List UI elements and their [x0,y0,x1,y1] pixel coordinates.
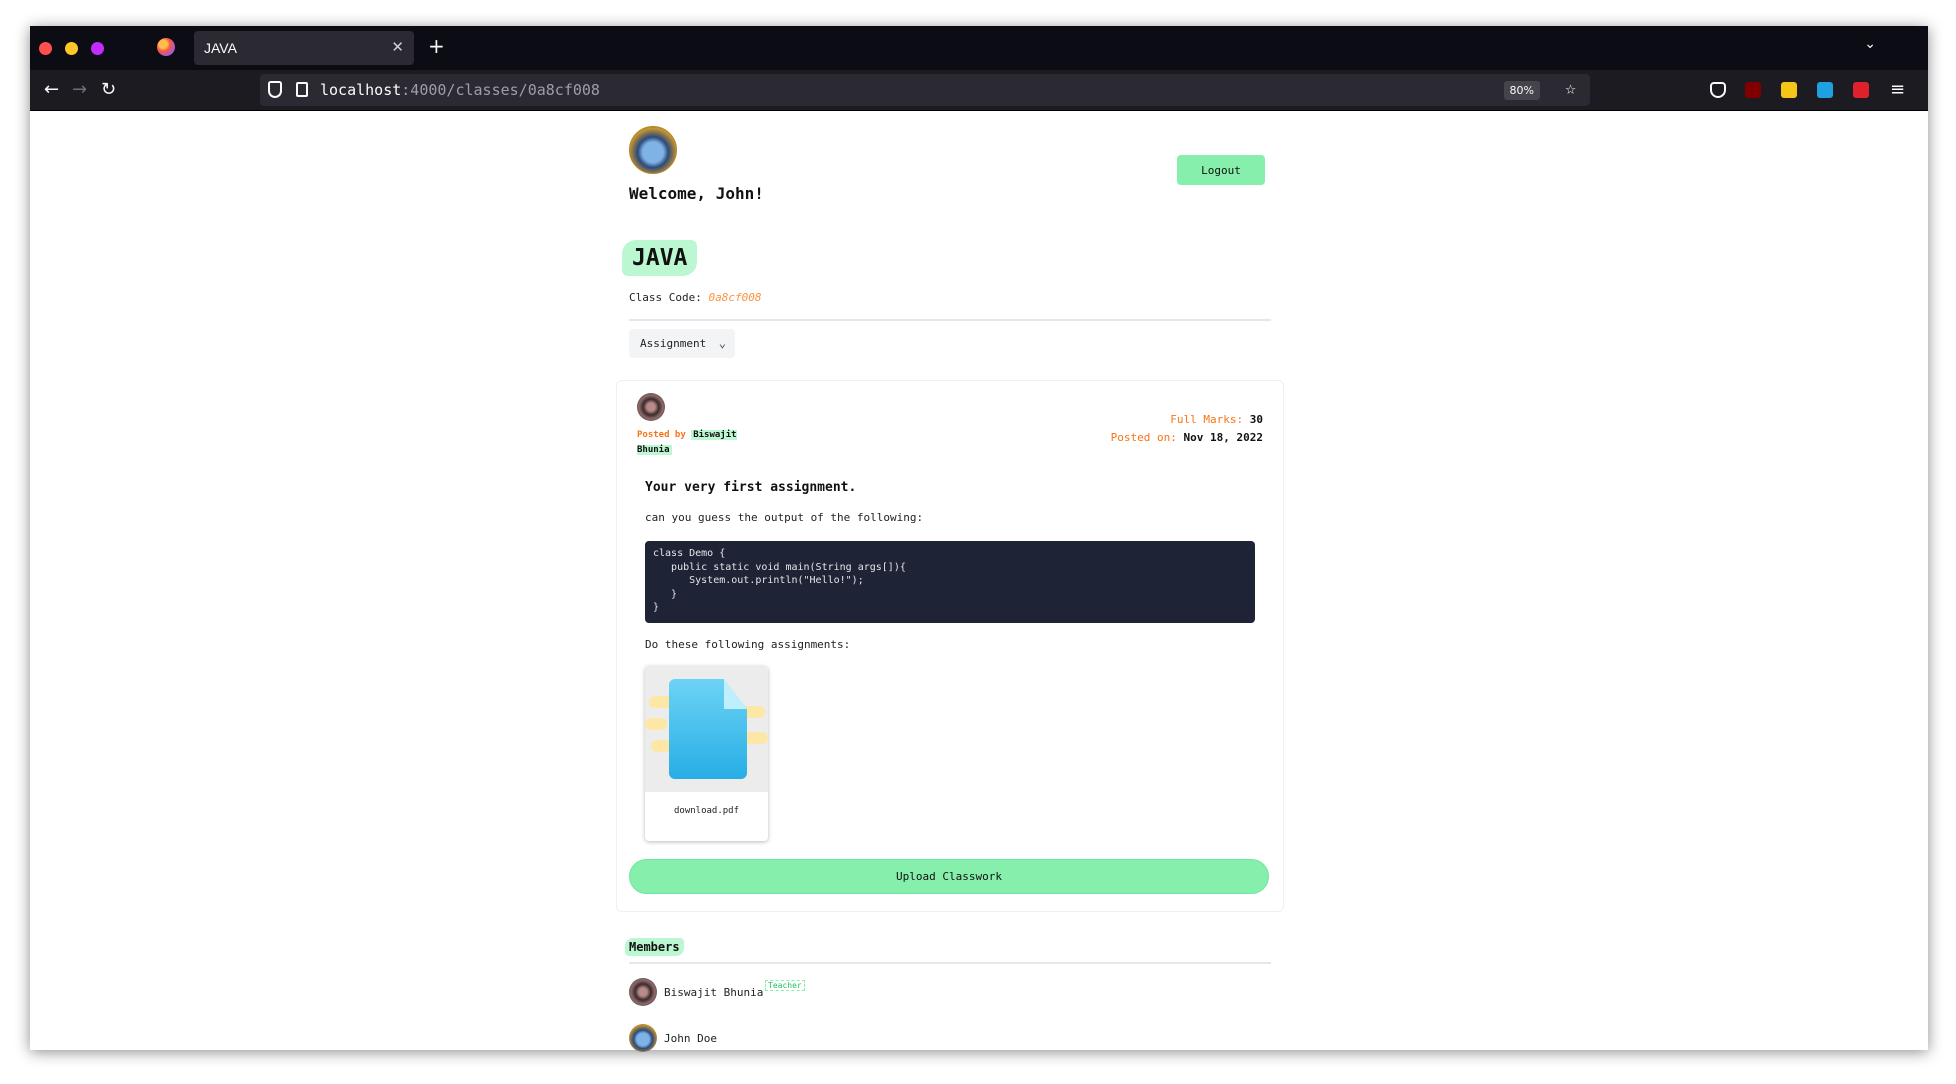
poster-avatar [637,393,665,421]
back-icon[interactable]: ← [44,79,59,100]
member-avatar [629,978,657,1006]
tab-title: JAVA [204,40,237,56]
shield-icon[interactable] [268,81,282,98]
teacher-badge: Teacher [765,980,805,991]
firefox-icon [157,38,175,56]
attachment-filename: download.pdf [673,806,740,816]
assignment-title: Your very first assignment. [645,480,857,495]
minimize-window-button[interactable] [65,42,78,55]
zoom-level[interactable]: 80% [1503,81,1540,100]
post-type-selected: Assignment [640,337,707,350]
posted-on-label: Posted on: [1110,431,1177,444]
file-fold [724,679,747,709]
navigation-bar: ← → ↻ localhost:4000/classes/0a8cf008 80… [30,70,1928,111]
divider [629,319,1271,321]
reload-icon[interactable]: ↻ [101,79,116,100]
member-name: John Doe [664,1032,717,1045]
tab-close-icon[interactable]: ✕ [391,31,404,65]
class-code-label: Class Code: [629,291,702,304]
chevron-down-icon: ⌄ [718,336,726,350]
member-avatar [629,1024,657,1052]
logout-button[interactable]: Logout [1177,155,1265,185]
tab-java[interactable]: JAVA ✕ [194,31,414,65]
code-block: class Demo { public static void main(Str… [645,541,1255,623]
class-title: JAVA [622,240,698,276]
tab-bar: JAVA ✕ + ⌄ [30,26,1928,70]
full-marks-label: Full Marks: [1170,413,1244,426]
welcome-text: Welcome, John! [629,184,764,203]
assignment-description-2: Do these following assignments: [645,638,851,651]
list-tabs-icon[interactable]: ⌄ [1864,36,1876,52]
post-type-select[interactable]: Assignment ⌄ [629,329,735,358]
full-marks-value: 30 [1249,413,1263,426]
assignment-card: Posted by Biswajit Bhunia Full Marks: 30… [616,380,1284,912]
bookmark-star-icon[interactable]: ☆ [1565,78,1576,99]
forward-icon[interactable]: → [72,79,87,100]
url-bar[interactable]: localhost:4000/classes/0a8cf008 80% ☆ [260,74,1590,106]
url-text[interactable]: localhost:4000/classes/0a8cf008 [320,74,600,106]
new-tab-icon[interactable]: + [428,34,445,58]
maximize-window-button[interactable] [91,42,104,55]
posted-by-label: Posted by [637,430,686,440]
close-window-button[interactable] [39,42,52,55]
posted-by: Posted by Biswajit Bhunia [637,428,757,458]
attachment-card[interactable]: download.pdf [645,666,768,841]
class-code-row: Class Code: 0a8cf008 [629,291,761,304]
members-divider [629,962,1271,964]
user-avatar [629,126,677,174]
menu-icon[interactable]: ≡ [1890,79,1905,100]
members-title: Members [625,938,684,956]
posted-on-value: Nov 18, 2022 [1183,431,1263,444]
class-code-value: 0a8cf008 [708,291,762,304]
extension-red-icon[interactable] [1853,82,1869,98]
assignment-meta: Full Marks: 30 Posted on: Nov 18, 2022 [1111,411,1263,447]
upload-classwork-button[interactable]: Upload Classwork [629,859,1269,894]
ublock-icon[interactable] [1745,82,1761,98]
pocket-icon[interactable] [1710,82,1726,98]
extension-blue-icon[interactable] [1817,82,1833,98]
member-name: Biswajit Bhunia [664,986,764,999]
assignment-description: can you guess the output of the followin… [645,511,924,524]
extension-yellow-icon[interactable] [1781,82,1797,98]
page-icon[interactable] [296,82,308,97]
file-thumbnail [645,666,768,792]
